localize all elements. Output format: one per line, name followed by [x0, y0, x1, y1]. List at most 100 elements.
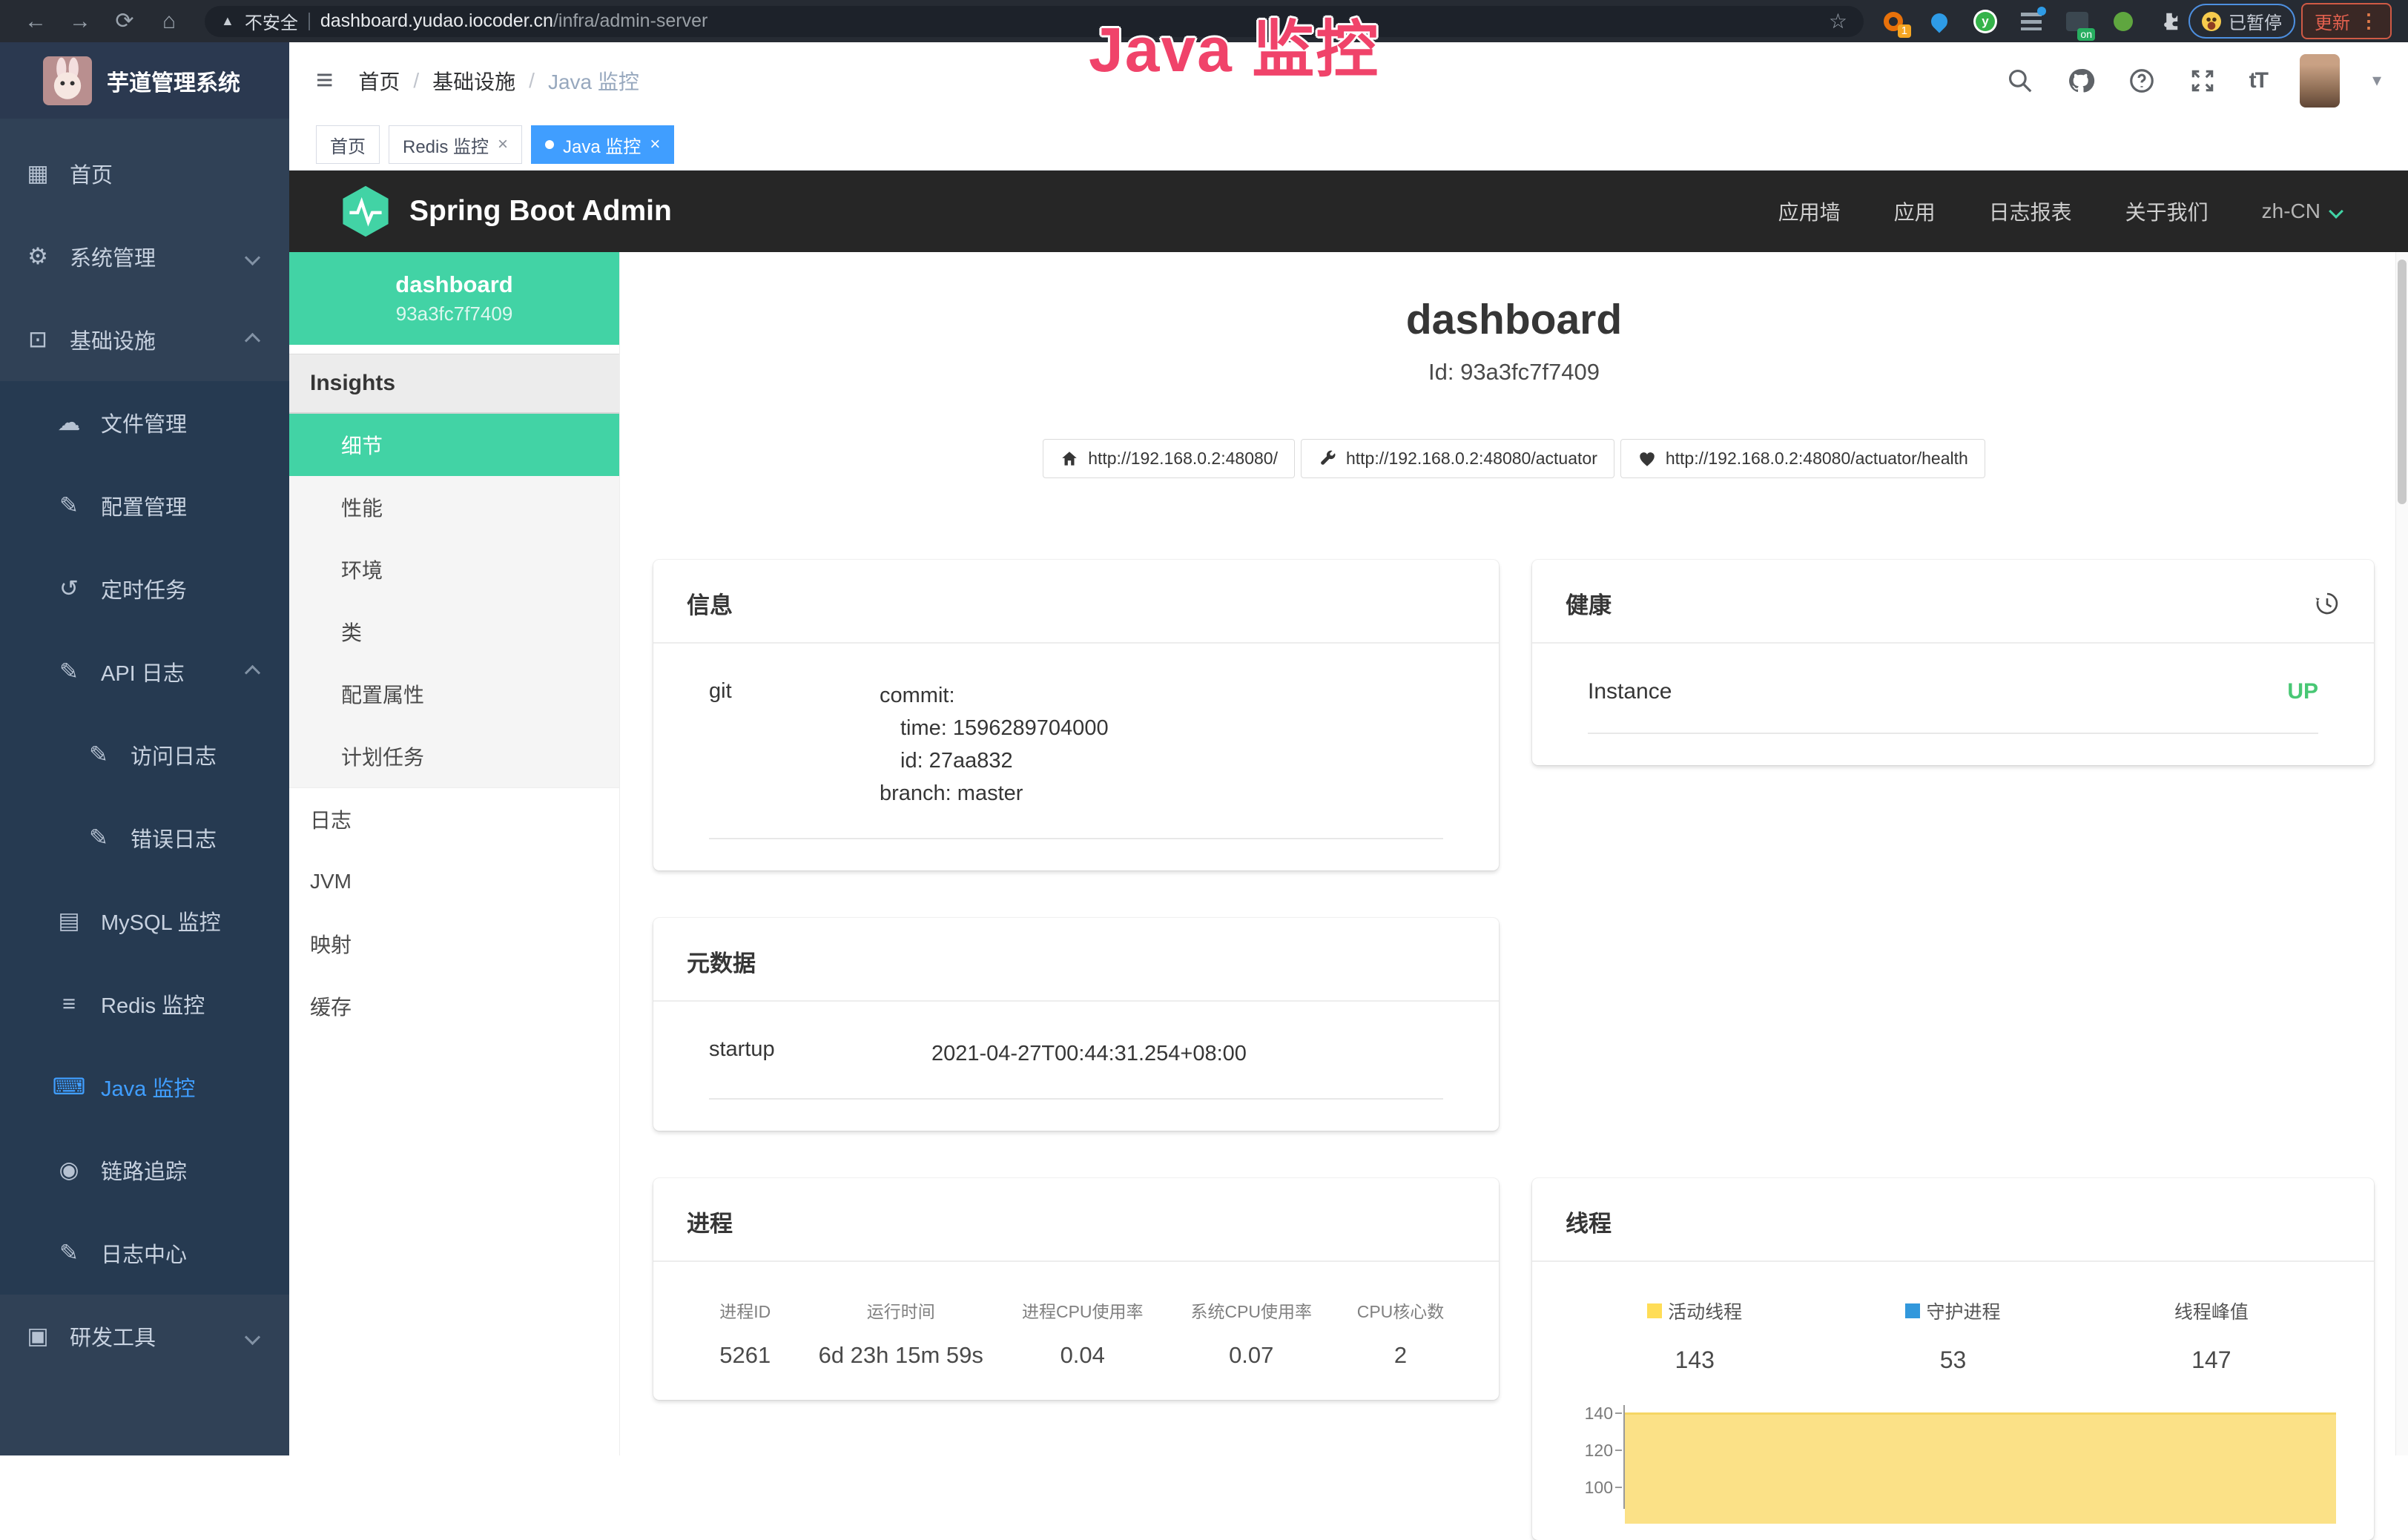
- panel-item-details[interactable]: 细节: [289, 414, 619, 476]
- sidebar-item-home[interactable]: ▦ 首页: [0, 132, 289, 215]
- scrollbar-thumb[interactable]: [2398, 260, 2407, 504]
- cell-value: 5261: [719, 1342, 771, 1369]
- sidebar-item-system[interactable]: ⚙ 系统管理: [0, 215, 289, 298]
- avatar-caret-icon[interactable]: ▾: [2372, 70, 2381, 91]
- tab-home[interactable]: 首页: [316, 125, 380, 164]
- service-url-label: http://192.168.0.2:48080/: [1088, 449, 1278, 469]
- toolbox-icon: ▣: [21, 1323, 55, 1349]
- health-card: 健康 Instance UP: [1532, 560, 2374, 765]
- instance-header[interactable]: dashboard 93a3fc7f7409: [289, 252, 619, 345]
- panel-item-scheduled[interactable]: 计划任务: [289, 725, 619, 787]
- user-avatar[interactable]: [2300, 54, 2340, 108]
- sidebar-item-label: 文件管理: [101, 407, 187, 438]
- panel-item-environment[interactable]: 环境: [289, 538, 619, 601]
- panel-item-caches[interactable]: 缓存: [289, 975, 619, 1037]
- content-scrollbar[interactable]: [2395, 252, 2408, 1455]
- app-logo-row[interactable]: 芋道管理系统: [0, 42, 289, 119]
- eye-icon: ◉: [52, 1157, 86, 1183]
- sidebar-item-infra[interactable]: ⊡ 基础设施: [0, 298, 289, 381]
- github-icon[interactable]: [2067, 67, 2095, 95]
- url-text: dashboard.yudao.iocoder.cn/infra/admin-s…: [320, 10, 708, 32]
- profile-paused-pill[interactable]: 已暂停: [2188, 4, 2295, 39]
- breadcrumb-home[interactable]: 首页: [358, 66, 400, 96]
- sidebar-item-file-mgmt[interactable]: ☁ 文件管理: [0, 381, 289, 464]
- language-selector[interactable]: zh-CN: [2262, 199, 2341, 223]
- sidebar-item-error-log[interactable]: ✎ 错误日志: [0, 796, 289, 879]
- row-key: git: [709, 679, 880, 810]
- extension-leaf-icon[interactable]: [2110, 8, 2137, 35]
- info-card: 信息 git commit: time: 1596289704000 id: 2…: [653, 560, 1499, 870]
- address-bar[interactable]: ▲ 不安全 dashboard.yudao.iocoder.cn/infra/a…: [205, 6, 1864, 37]
- tab-java-monitor[interactable]: Java 监控 ×: [531, 125, 674, 164]
- sidebar-item-scheduled-tasks[interactable]: ↺ 定时任务: [0, 547, 289, 630]
- sidebar-item-config-mgmt[interactable]: ✎ 配置管理: [0, 464, 289, 547]
- help-icon[interactable]: [2128, 67, 2156, 95]
- service-url-button[interactable]: http://192.168.0.2:48080/: [1043, 439, 1295, 478]
- extension-on-icon[interactable]: on: [2064, 8, 2091, 35]
- process-card-header: 进程: [653, 1178, 1499, 1262]
- font-size-icon[interactable]: tT: [2249, 68, 2267, 93]
- panel-item-metrics[interactable]: 性能: [289, 476, 619, 538]
- bookmark-star-icon[interactable]: ☆: [1829, 9, 1847, 33]
- kebab-menu-icon[interactable]: ⋮: [2359, 10, 2378, 33]
- nav-applications[interactable]: 应用: [1894, 196, 1936, 226]
- instance-id: 93a3fc7f7409: [396, 303, 513, 325]
- close-icon[interactable]: ×: [498, 134, 508, 155]
- column-header: 进程CPU使用率: [1022, 1298, 1144, 1323]
- tag-tabbar: 首页 Redis 监控 × Java 监控 ×: [289, 119, 2408, 171]
- panel-item-classes[interactable]: 类: [289, 601, 619, 663]
- nav-about[interactable]: 关于我们: [2125, 196, 2209, 226]
- metadata-card-title: 元数据: [687, 945, 756, 978]
- sidebar-item-java-monitor[interactable]: ⌨ Java 监控: [0, 1045, 289, 1128]
- history-icon[interactable]: [2314, 590, 2341, 617]
- sidebar-item-log-center[interactable]: ✎ 日志中心: [0, 1212, 289, 1295]
- sidebar-item-mysql-monitor[interactable]: ▤ MySQL 监控: [0, 879, 289, 962]
- home-icon[interactable]: ⌂: [150, 9, 188, 34]
- threads-card-header: 线程: [1532, 1178, 2374, 1262]
- row-divider: [709, 1098, 1443, 1100]
- sidebar-item-redis-monitor[interactable]: ≡ Redis 监控: [0, 962, 289, 1045]
- breadcrumb-infra[interactable]: 基础设施: [432, 66, 515, 96]
- hamburger-icon[interactable]: ≡: [316, 64, 333, 97]
- actuator-url-button[interactable]: http://192.168.0.2:48080/actuator: [1301, 439, 1614, 478]
- extension-y-icon[interactable]: y: [1972, 8, 1999, 35]
- sba-brand-title: Spring Boot Admin: [409, 195, 672, 228]
- search-icon[interactable]: [2006, 67, 2034, 95]
- info-card-body: git commit: time: 1596289704000 id: 27aa…: [653, 644, 1499, 870]
- close-icon[interactable]: ×: [650, 134, 660, 155]
- emoji-face-icon: [2202, 12, 2221, 31]
- panel-item-config-props[interactable]: 配置属性: [289, 663, 619, 725]
- chevron-up-icon: [247, 660, 258, 684]
- sidebar-item-tracing[interactable]: ◉ 链路追踪: [0, 1128, 289, 1212]
- extension-badge: 1: [1898, 24, 1911, 38]
- sidebar-item-label: MySQL 监控: [101, 905, 221, 936]
- reload-icon[interactable]: ⟳: [105, 8, 144, 34]
- fullscreen-icon[interactable]: [2188, 67, 2217, 95]
- extensions-puzzle-icon[interactable]: [2156, 8, 2183, 35]
- threads-area-chart: 140 120 100: [1566, 1405, 2341, 1509]
- nav-app-wall[interactable]: 应用墙: [1778, 196, 1841, 226]
- extension-orange-icon[interactable]: 1: [1880, 8, 1907, 35]
- extensions-row: 1 y on: [1880, 8, 2183, 35]
- nav-log-report[interactable]: 日志报表: [1989, 196, 2072, 226]
- row-divider: [1588, 733, 2318, 734]
- threads-card: 线程 活动线程 守护进程 线程峰值: [1532, 1178, 2374, 1540]
- sidebar-item-access-log[interactable]: ✎ 访问日志: [0, 713, 289, 796]
- tab-redis-monitor[interactable]: Redis 监控 ×: [389, 125, 522, 164]
- extension-pin-icon[interactable]: [1926, 8, 1953, 35]
- sidebar-item-api-log[interactable]: ✎ API 日志: [0, 630, 289, 713]
- tab-label: Redis 监控: [403, 132, 489, 158]
- process-table: 进程ID 运行时间 进程CPU使用率 系统CPU使用率 CPU核心数 5261 …: [687, 1298, 1465, 1369]
- cloud-icon: ☁: [52, 409, 86, 436]
- column-header: 进程ID: [719, 1298, 771, 1323]
- extension-grid-icon[interactable]: [2018, 8, 2045, 35]
- panel-item-mappings[interactable]: 映射: [289, 913, 619, 975]
- panel-item-logs[interactable]: 日志: [289, 788, 619, 850]
- update-button[interactable]: 更新 ⋮: [2301, 3, 2392, 39]
- sidebar-item-dev-tools[interactable]: ▣ 研发工具: [0, 1295, 289, 1378]
- forward-icon[interactable]: →: [61, 9, 99, 34]
- grid-icon: [2021, 13, 2042, 30]
- back-icon[interactable]: ←: [16, 9, 55, 34]
- health-url-button[interactable]: http://192.168.0.2:48080/actuator/health: [1620, 439, 1985, 478]
- panel-item-jvm[interactable]: JVM: [289, 850, 619, 913]
